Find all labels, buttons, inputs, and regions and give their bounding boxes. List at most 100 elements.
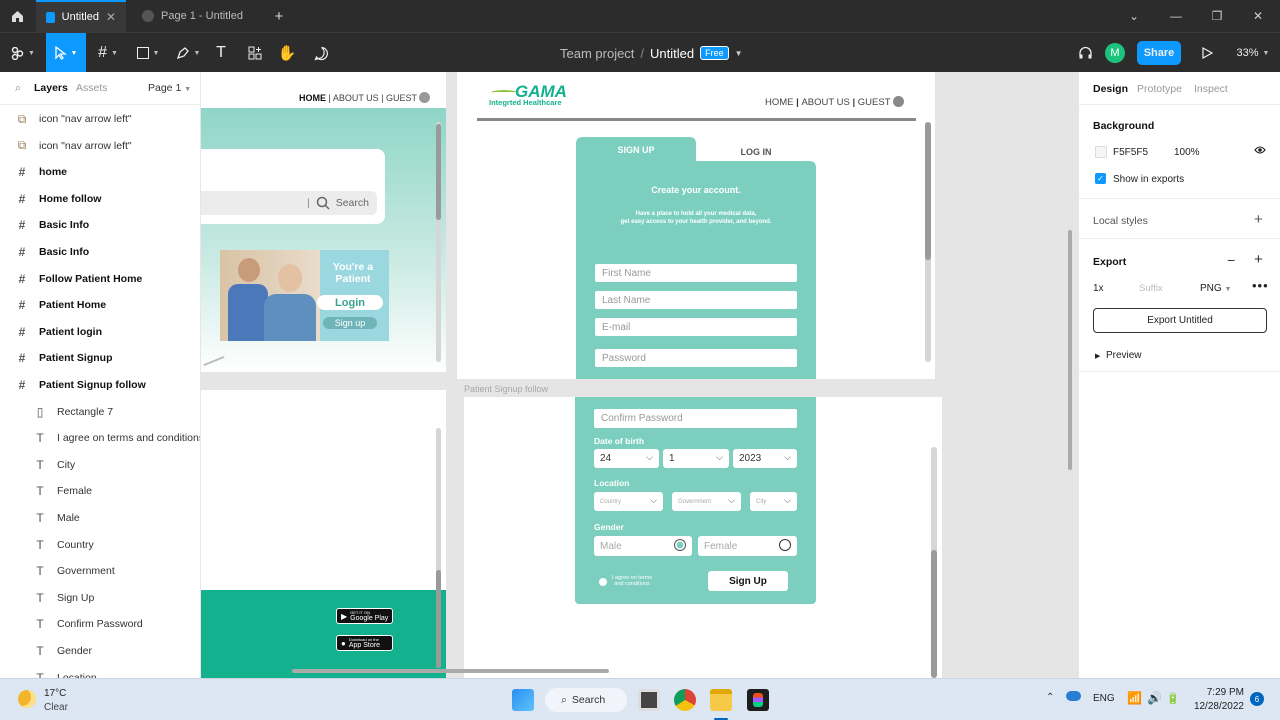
zoom-control[interactable]: 33% ▼ <box>1230 33 1276 73</box>
first-name-field[interactable]: First Name <box>595 264 797 282</box>
background-opacity[interactable]: 100% <box>1174 147 1200 158</box>
layer-row[interactable]: # Home follow <box>0 186 200 212</box>
weather-moon-icon[interactable] <box>18 690 36 708</box>
layer-row[interactable]: T Sign Up <box>0 585 200 611</box>
export-suffix-input[interactable]: Suffix <box>1139 283 1163 294</box>
radio-empty-icon[interactable] <box>779 539 791 551</box>
layer-row[interactable]: ▯ Rectangle 7 <box>0 399 200 425</box>
wifi-icon[interactable]: 📶 <box>1127 691 1142 705</box>
page-selector[interactable]: Page 1 ▼ <box>148 82 191 94</box>
tab-layers[interactable]: Layers <box>34 82 68 94</box>
pen-tool[interactable]: ▼ <box>170 33 206 73</box>
weather-temp[interactable]: 17°C <box>44 688 66 699</box>
frame-scroll-thumb[interactable] <box>925 122 931 260</box>
comment-icon[interactable] <box>310 33 332 73</box>
clock-date[interactable]: 12/28/2022 <box>1190 701 1244 712</box>
dob-year-select[interactable]: 2023 ⌵ <box>733 449 797 468</box>
dob-month-select[interactable]: 1 ⌵ <box>663 449 729 468</box>
eye-icon[interactable] <box>1254 145 1266 158</box>
male-option[interactable]: Male <box>594 536 692 556</box>
layer-row[interactable]: # Patient Signup <box>0 345 200 371</box>
layer-row[interactable]: T Government <box>0 558 200 584</box>
export-scale[interactable]: 1x <box>1093 283 1104 294</box>
layer-row[interactable]: T Country <box>0 532 200 558</box>
radio-selected-icon[interactable] <box>674 539 686 551</box>
more-options-icon[interactable]: ••• <box>1252 278 1269 293</box>
home-follow-frame[interactable]: ▶ GET IT ON Google Play ● Download on the… <box>201 390 446 678</box>
tab-signup[interactable]: SIGN UP <box>576 137 696 163</box>
tab-design[interactable]: Design <box>1093 83 1128 95</box>
file-tab-untitled[interactable]: Untitled ✕ <box>36 0 126 32</box>
nav-home[interactable]: HOME <box>299 93 326 103</box>
city-select[interactable]: City ⌵ <box>750 492 797 511</box>
email-field[interactable]: E-mail <box>595 318 797 336</box>
clock-time[interactable]: 7:29 PM <box>1190 687 1244 698</box>
tab-assets[interactable]: Assets <box>76 82 108 94</box>
layer-row[interactable]: # Patient login <box>0 319 200 345</box>
share-button[interactable]: Share <box>1137 41 1181 65</box>
layer-row[interactable]: # home <box>0 159 200 185</box>
weather-condition[interactable]: Clear <box>44 702 68 713</box>
resources-icon[interactable] <box>244 33 266 73</box>
country-select[interactable]: Country ⌵ <box>594 492 663 511</box>
layer-row[interactable]: # Patient Signup follow <box>0 372 200 398</box>
patient-signup-frame[interactable]: GAMA Integrted Healthcare HOME | ABOUT U… <box>457 72 935 379</box>
confirm-password-field[interactable]: Confirm Password <box>594 409 797 428</box>
volume-icon[interactable]: 🔊 <box>1147 691 1162 705</box>
canvas[interactable]: HOME | ABOUT US | GUEST | Search You're … <box>201 72 1078 678</box>
frame-tool[interactable]: # ▼ <box>90 33 126 73</box>
hand-tool-icon[interactable]: ✋ <box>276 33 298 73</box>
search-icon[interactable]: ⌕ <box>15 82 21 95</box>
frame-scroll-thumb[interactable] <box>436 124 441 220</box>
remove-export-minus-icon[interactable]: − <box>1227 252 1235 268</box>
minimize-icon[interactable]: — <box>1156 0 1196 32</box>
close-tab-icon[interactable]: ✕ <box>106 10 116 24</box>
export-format-select[interactable]: PNG ▼ <box>1200 283 1231 294</box>
signup-submit-button[interactable]: Sign Up <box>708 571 788 591</box>
add-style-plus-icon[interactable]: + <box>1254 211 1263 228</box>
layer-row[interactable]: ⧉ icon "nav arrow left" <box>0 133 200 159</box>
last-name-field[interactable]: Last Name <box>595 291 797 309</box>
layer-row[interactable]: T Male <box>0 505 200 531</box>
onedrive-cloud-icon[interactable] <box>1066 691 1081 701</box>
chevron-down-icon[interactable]: ▼ <box>735 49 743 58</box>
frame-scroll-thumb[interactable] <box>436 570 441 668</box>
layer-row[interactable]: T Confirm Password <box>0 611 200 637</box>
team-name[interactable]: Team project <box>560 46 634 61</box>
nav-about[interactable]: ABOUT US <box>801 97 849 108</box>
patient-signup-follow-frame[interactable]: Confirm Password Date of birth 24 ⌵ 1 ⌵ 20… <box>464 397 942 678</box>
terms-checkbox[interactable] <box>599 578 607 586</box>
google-play-badge[interactable]: ▶ GET IT ON Google Play <box>336 608 393 624</box>
preview-toggle[interactable]: ▶ Preview <box>1095 350 1142 361</box>
language-indicator[interactable]: ENG <box>1093 693 1115 704</box>
tab-prototype[interactable]: Prototype <box>1137 83 1182 95</box>
nav-guest[interactable]: GUEST <box>858 97 891 108</box>
nav-home[interactable]: HOME <box>765 97 794 108</box>
layer-row[interactable]: T City <box>0 452 200 478</box>
background-swatch[interactable] <box>1095 146 1107 158</box>
female-option[interactable]: Female <box>698 536 797 556</box>
frame-scroll-thumb[interactable] <box>931 550 937 678</box>
file-name[interactable]: Untitled <box>650 46 694 61</box>
file-tab-page1[interactable]: Page 1 - Untitled <box>132 0 264 32</box>
shape-tool[interactable]: ▼ <box>130 33 166 73</box>
layer-row[interactable]: T Female <box>0 478 200 504</box>
add-export-plus-icon[interactable]: + <box>1254 251 1263 268</box>
layer-row[interactable]: T Gender <box>0 638 200 664</box>
user-avatar[interactable]: M <box>1104 33 1126 73</box>
layer-row[interactable]: T I agree on terms and conditions <box>0 425 200 451</box>
canvas-vscroll-thumb[interactable] <box>1068 230 1072 470</box>
close-window-icon[interactable]: ✕ <box>1238 0 1278 32</box>
home-frame[interactable]: HOME | ABOUT US | GUEST | Search You're … <box>201 72 446 372</box>
login-button[interactable]: Login <box>317 295 383 310</box>
move-tool[interactable]: ▼ <box>46 33 86 73</box>
frame-label[interactable]: Patient Signup follow <box>464 384 548 394</box>
layer-row[interactable]: # Patient Home <box>0 292 200 318</box>
password-field[interactable]: Password <box>595 349 797 367</box>
background-hex[interactable]: F5F5F5 <box>1113 147 1148 158</box>
present-play-icon[interactable] <box>1196 33 1218 73</box>
text-tool-icon[interactable]: T <box>210 33 232 73</box>
windows-start-icon[interactable] <box>512 689 534 711</box>
home-tab[interactable] <box>0 0 34 32</box>
show-in-exports-checkbox[interactable]: ✓ <box>1095 173 1106 184</box>
